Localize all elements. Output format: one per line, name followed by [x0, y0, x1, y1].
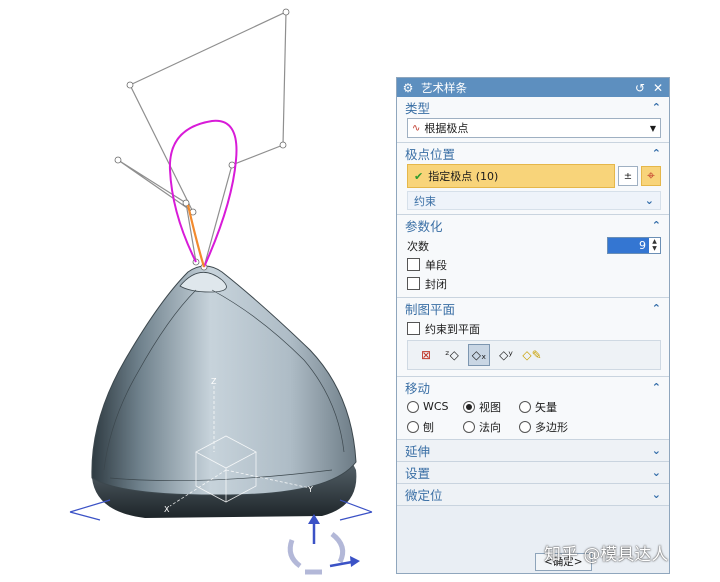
gear-icon[interactable]: ⚙ — [401, 81, 415, 95]
section-pole-position-title: 极点位置 — [405, 147, 456, 162]
section-extend-title: 延伸 — [405, 444, 431, 459]
plane-icon-strip: ⊠ ᶻ◇ ◇ₓ ◇ʸ ◇✎ — [407, 340, 661, 370]
zc-plane-icon[interactable]: ᶻ◇ — [442, 345, 462, 365]
section-parameterization: 参数化 ⌃ 次数 9 ▲ ▼ 单段 封闭 — [397, 215, 669, 298]
move-option-polygon[interactable]: 多边形 — [519, 418, 589, 435]
section-drawing-plane-title: 制图平面 — [405, 302, 456, 317]
chevron-down-icon: ⌄ — [651, 466, 661, 479]
close-icon[interactable]: ✕ — [651, 81, 665, 95]
single-segment-label: 单段 — [425, 258, 447, 272]
radio-normal[interactable] — [463, 420, 475, 433]
section-type-title: 类型 — [405, 101, 431, 116]
chevron-down-icon: ⌄ — [644, 194, 654, 207]
svg-text:X: X — [164, 505, 170, 514]
move-option-label: 法向 — [479, 420, 501, 434]
svg-text:Y: Y — [307, 485, 313, 494]
move-option-label: 刨 — [423, 420, 434, 434]
inferred-plane-icon[interactable]: ⊠ — [416, 345, 436, 365]
studio-spline-dialog: ⚙ 艺术样条 ↺ ✕ 类型 ⌃ ∿ 根据极点 ▼ 极点位置 ⌃ ✔ 指定极点 (… — [396, 77, 670, 574]
custom-plane-icon[interactable]: ◇✎ — [522, 345, 542, 365]
radio-vector[interactable] — [519, 400, 531, 413]
section-settings-title: 设置 — [405, 466, 431, 481]
chevron-down-icon: ⌄ — [651, 444, 661, 457]
point-dialog-button[interactable]: ± — [618, 166, 638, 186]
constrain-to-plane-label: 约束到平面 — [425, 322, 480, 336]
section-settings: 设置 ⌄ — [397, 462, 669, 484]
radio-polygon[interactable] — [519, 420, 531, 433]
move-option-vector[interactable]: 矢量 — [519, 398, 589, 415]
yc-plane-icon[interactable]: ◇ʸ — [496, 345, 516, 365]
chevron-up-icon: ⌃ — [651, 302, 661, 315]
section-extend: 延伸 ⌄ — [397, 440, 669, 462]
move-option-view[interactable]: 视图 — [463, 398, 519, 415]
move-option-wcs[interactable]: WCS — [407, 398, 463, 415]
move-option-label: WCS — [423, 400, 449, 413]
pole-points — [114, 8, 290, 271]
dialog-title: 艺术样条 — [421, 80, 467, 95]
closed-checkbox[interactable] — [407, 277, 420, 290]
chevron-up-icon: ⌃ — [651, 101, 661, 114]
specify-pole-selector[interactable]: ✔ 指定极点 (10) — [407, 164, 615, 188]
section-parameterization-title: 参数化 — [405, 219, 443, 234]
single-segment-option[interactable]: 单段 — [407, 255, 661, 274]
section-fine-tune: 微定位 ⌄ — [397, 484, 669, 506]
section-parameterization-header[interactable]: 参数化 ⌃ — [397, 215, 669, 236]
section-type: 类型 ⌃ ∿ 根据极点 ▼ — [397, 97, 669, 143]
degree-value[interactable]: 9 — [608, 238, 649, 253]
radio-plane[interactable] — [407, 420, 419, 433]
constrain-to-plane-option[interactable]: 约束到平面 — [407, 319, 661, 338]
reset-icon[interactable]: ↺ — [633, 81, 647, 95]
closed-label: 封闭 — [425, 277, 447, 291]
type-dropdown[interactable]: ∿ 根据极点 ▼ — [407, 118, 661, 138]
spinner-arrows-icon[interactable]: ▲ ▼ — [649, 238, 660, 253]
section-pole-position-header[interactable]: 极点位置 ⌃ — [397, 143, 669, 164]
single-segment-checkbox[interactable] — [407, 258, 420, 271]
move-option-label: 矢量 — [535, 400, 557, 414]
section-drawing-plane-header[interactable]: 制图平面 ⌃ — [397, 298, 669, 319]
chevron-up-icon: ⌃ — [651, 147, 661, 160]
spline-start-segment — [186, 204, 206, 268]
section-drawing-plane: 制图平面 ⌃ 约束到平面 ⊠ ᶻ◇ ◇ₓ ◇ʸ ◇✎ — [397, 298, 669, 377]
section-fine-tune-title: 微定位 — [405, 488, 443, 503]
watermark: 知乎 @模具达人 — [544, 545, 669, 565]
section-fine-tune-header[interactable]: 微定位 ⌄ — [397, 484, 669, 505]
constrain-to-plane-checkbox[interactable] — [407, 322, 420, 335]
check-icon: ✔ — [414, 169, 424, 183]
constraint-subgroup[interactable]: 约束 ⌄ — [407, 191, 661, 210]
chevron-down-icon: ▼ — [649, 123, 656, 133]
move-option-plane[interactable]: 刨 — [407, 418, 463, 435]
degree-spinner[interactable]: 9 ▲ ▼ — [607, 237, 661, 254]
section-pole-position: 极点位置 ⌃ ✔ 指定极点 (10) ± ⌖ 约束 ⌄ — [397, 143, 669, 215]
section-settings-header[interactable]: 设置 ⌄ — [397, 462, 669, 483]
chevron-up-icon: ⌃ — [651, 381, 661, 394]
move-option-normal[interactable]: 法向 — [463, 418, 519, 435]
specify-pole-label: 指定极点 (10) — [428, 170, 499, 183]
move-options: WCS 视图 矢量 刨 法向 多边形 — [407, 398, 661, 435]
section-move-title: 移动 — [405, 381, 431, 396]
point-constructor-icon[interactable]: ⌖ — [641, 166, 661, 186]
move-option-label: 视图 — [479, 400, 501, 414]
dialog-titlebar: ⚙ 艺术样条 ↺ ✕ — [397, 78, 669, 97]
section-move-header[interactable]: 移动 ⌃ — [397, 377, 669, 398]
section-type-header[interactable]: 类型 ⌃ — [397, 97, 669, 118]
section-move: 移动 ⌃ WCS 视图 矢量 刨 法向 多边形 — [397, 377, 669, 440]
shape-body — [91, 265, 357, 496]
move-option-label: 多边形 — [535, 420, 568, 434]
chevron-down-icon: ⌄ — [651, 488, 661, 501]
degree-label: 次数 — [407, 239, 429, 253]
xc-plane-icon[interactable]: ◇ₓ — [468, 344, 490, 366]
section-extend-header[interactable]: 延伸 ⌄ — [397, 440, 669, 461]
chevron-up-icon: ⌃ — [651, 219, 661, 232]
radio-view[interactable] — [463, 400, 475, 413]
type-dropdown-value: 根据极点 — [424, 122, 469, 135]
spline-poles-icon: ∿ — [412, 122, 421, 134]
radio-wcs[interactable] — [407, 400, 419, 413]
svg-text:Z: Z — [211, 377, 217, 386]
constraint-label: 约束 — [414, 194, 436, 208]
closed-option[interactable]: 封闭 — [407, 274, 661, 293]
control-polygon — [117, 11, 287, 268]
studio-spline — [168, 119, 238, 268]
